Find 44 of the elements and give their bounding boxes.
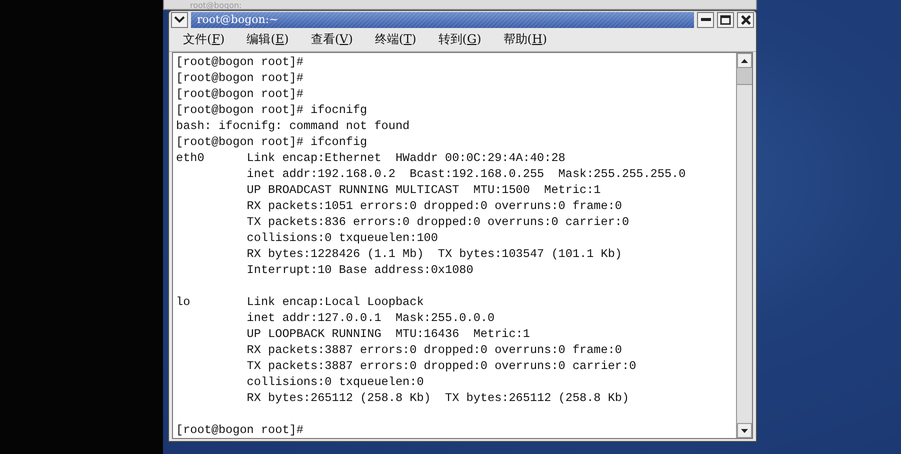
scrollbar[interactable] <box>736 53 752 438</box>
terminal-line: Interrupt:10 Base address:0x1080 <box>246 262 474 278</box>
terminal-line: collisions:0 txqueuelen:0 <box>246 374 425 390</box>
window-title: root@bogon:~ <box>197 13 278 26</box>
scroll-up-button[interactable] <box>737 53 752 68</box>
menu-item[interactable]: 查看(V) <box>302 31 361 48</box>
arrow-up-icon <box>741 58 748 62</box>
terminal-line: [root@bogon root]# ifocnifg <box>176 102 368 118</box>
terminal-line: RX packets:1051 errors:0 dropped:0 overruns:0 frame:0 <box>246 198 623 214</box>
chevron-down-icon <box>174 16 185 24</box>
terminal-line: [root@bogon root]# <box>176 422 304 438</box>
terminal-line: collisions:0 txqueuelen:100 <box>246 230 439 246</box>
scroll-down-button[interactable] <box>737 423 752 438</box>
terminal-line: [root@bogon root]# <box>176 70 304 86</box>
menu-item[interactable]: 文件(F) <box>175 31 233 48</box>
terminal-line: [root@bogon root]# <box>176 54 304 70</box>
terminal-line: inet addr:192.168.0.2 Bcast:192.168.0.255 Mask:255.255.255.0 <box>246 166 687 182</box>
minimize-button[interactable] <box>697 12 714 28</box>
terminal-line: bash: ifocnifg: command not found <box>176 118 411 134</box>
window-title: root@bogon: <box>190 0 242 10</box>
terminal-line: UP LOOPBACK RUNNING MTU:16436 Metric:1 <box>246 326 531 342</box>
menu-item[interactable]: 终端(T) <box>366 31 424 48</box>
terminal-line: inet addr:127.0.0.1 Mask:255.0.0.0 <box>246 310 496 326</box>
scroll-thumb[interactable] <box>737 68 752 85</box>
menu-item[interactable]: 转到(G) <box>430 31 490 48</box>
window-menu-button[interactable] <box>171 12 188 28</box>
menu-item[interactable]: 编辑(E) <box>238 31 297 48</box>
terminal-line: [root@bogon root]# ifconfig <box>176 134 368 150</box>
maximize-icon <box>720 14 731 25</box>
terminal-line: [root@bogon root]# <box>176 86 304 102</box>
arrow-down-icon <box>741 428 748 432</box>
terminal-line: TX packets:836 errors:0 dropped:0 overruns:0 carrier:0 <box>246 214 630 230</box>
terminal-line: UP BROADCAST RUNNING MULTICAST MTU:1500 Metric:1 <box>246 182 602 198</box>
terminal-line: RX bytes:1228426 (1.1 Mb) TX bytes:103547 (101.1 Kb) <box>246 246 623 262</box>
menu-item[interactable]: 帮助(H) <box>495 31 556 48</box>
terminal-line: lo Link encap:Local Loopback <box>176 294 425 310</box>
minimize-icon <box>700 18 710 22</box>
close-icon <box>740 14 750 25</box>
maximize-button[interactable] <box>717 12 734 28</box>
terminal-line: RX packets:3887 errors:0 dropped:0 overruns:0 frame:0 <box>246 342 623 358</box>
terminal-line: eth0 Link encap:Ethernet HWaddr 00:0C:29:4A:40:28 <box>176 150 566 166</box>
terminal-line: TX packets:3887 errors:0 dropped:0 overruns:0 carrier:0 <box>246 358 638 374</box>
terminal-line: RX bytes:265112 (258.8 Kb) TX bytes:265112 (258.8 Kb) <box>246 390 630 406</box>
close-button[interactable] <box>737 12 754 28</box>
